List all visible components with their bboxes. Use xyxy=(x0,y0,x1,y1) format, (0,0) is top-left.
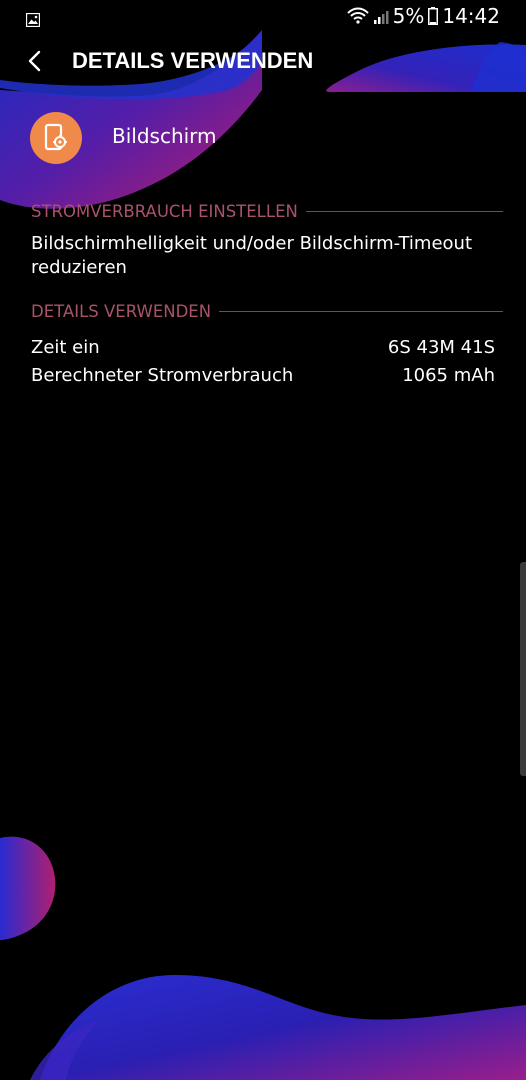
gallery-icon xyxy=(25,8,41,28)
battery-icon xyxy=(428,7,439,25)
status-bar: 5% 14:42 xyxy=(0,0,526,32)
section-header-power: STROMVERBRAUCH EINSTELLEN xyxy=(31,199,503,223)
detail-row-time-on: Zeit ein 6S 43M 41S xyxy=(31,337,495,363)
section-header-label: STROMVERBRAUCH EINSTELLEN xyxy=(31,201,298,221)
scrollbar-handle[interactable] xyxy=(520,562,526,776)
wifi-icon xyxy=(346,6,369,26)
back-button[interactable] xyxy=(18,46,52,80)
app-header: Bildschirm xyxy=(0,108,526,164)
detail-row-power-usage: Berechneter Stromverbrauch 1065 mAh xyxy=(31,365,495,391)
battery-percent: 5% xyxy=(392,4,425,28)
app-bar: DETAILS VERWENDEN xyxy=(0,38,526,86)
power-tip[interactable]: Bildschirmhelligkeit und/oder Bildschirm… xyxy=(31,232,501,280)
detail-label: Berechneter Stromverbrauch xyxy=(31,365,294,386)
app-name: Bildschirm xyxy=(112,124,217,148)
divider xyxy=(219,310,503,312)
clock: 14:42 xyxy=(442,4,500,28)
divider xyxy=(305,210,503,212)
section-header-details: DETAILS VERWENDEN xyxy=(31,299,503,323)
signal-icon xyxy=(373,6,389,26)
screen: 5% 14:42 DETAILS VERWENDEN Bildschirm ST… xyxy=(0,0,526,1080)
detail-value: 1065 mAh xyxy=(402,365,495,386)
chevron-left-icon xyxy=(27,50,43,76)
detail-label: Zeit ein xyxy=(31,337,100,358)
section-header-label: DETAILS VERWENDEN xyxy=(31,301,212,321)
page-title: DETAILS VERWENDEN xyxy=(72,48,314,73)
screen-settings-icon xyxy=(30,112,82,164)
detail-value: 6S 43M 41S xyxy=(387,337,495,358)
